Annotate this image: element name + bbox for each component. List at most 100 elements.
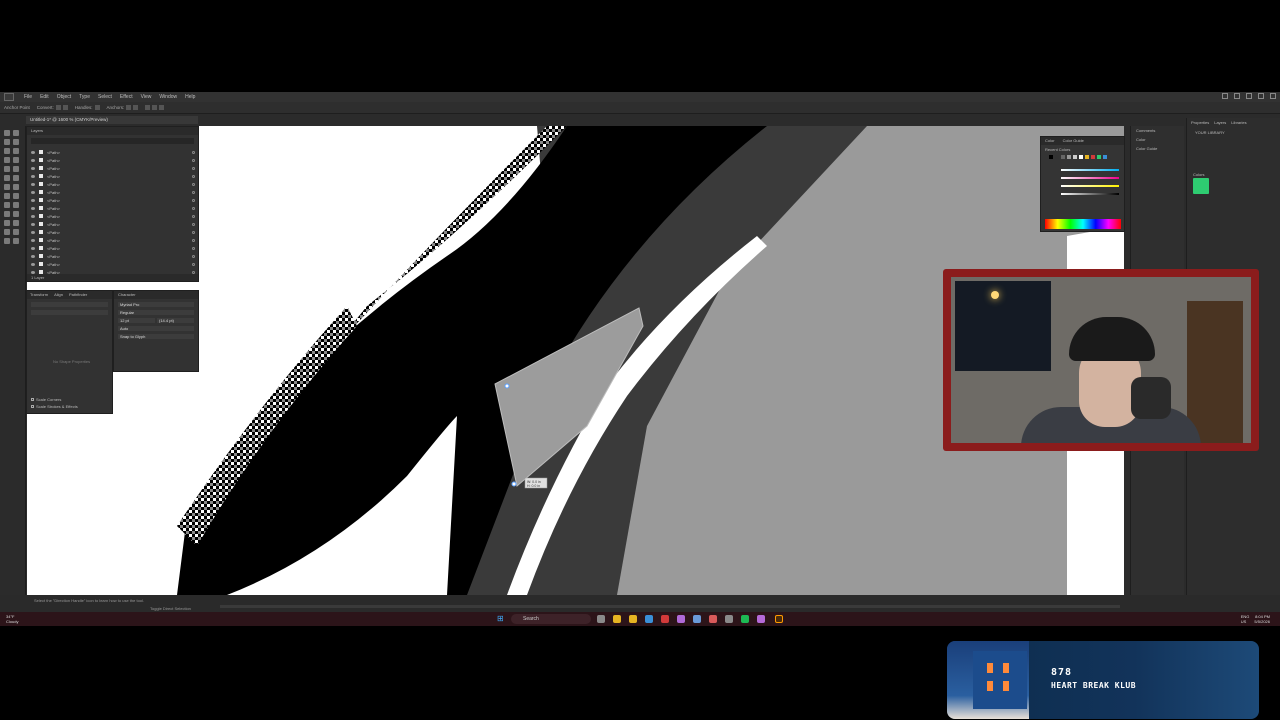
share-icon[interactable]: [1222, 93, 1228, 99]
menu-window[interactable]: Window: [155, 94, 181, 100]
rotate-tool-icon[interactable]: [4, 175, 10, 181]
align-center-icon[interactable]: [152, 105, 158, 110]
anchors-icon[interactable]: [126, 105, 132, 110]
perspective-tool-icon[interactable]: [13, 193, 19, 199]
app-icon[interactable]: [725, 615, 733, 623]
tab-color-guide[interactable]: Color Guide: [1063, 137, 1084, 145]
layer-row[interactable]: <Path>: [31, 157, 195, 163]
menu-select[interactable]: Select: [94, 94, 116, 100]
visibility-eye-icon[interactable]: [31, 198, 35, 202]
yellow-slider[interactable]: [1061, 185, 1119, 187]
color-spectrum[interactable]: [1045, 219, 1121, 229]
visibility-eye-icon[interactable]: [31, 190, 35, 194]
eyedropper-tool-icon[interactable]: [4, 211, 10, 217]
cyan-slider[interactable]: [1061, 169, 1119, 171]
tab-properties[interactable]: Properties: [1191, 120, 1209, 125]
scale-strokes-option[interactable]: Scale Strokes & Effects: [31, 404, 78, 409]
recent-color-swatch[interactable]: [1091, 155, 1095, 159]
pencil-tool-icon[interactable]: [4, 166, 10, 172]
align-left-icon[interactable]: [145, 105, 151, 110]
mesh-tool-icon[interactable]: [4, 202, 10, 208]
layer-row[interactable]: <Path>: [31, 253, 195, 259]
layers-search-input[interactable]: [31, 138, 194, 144]
snap-to-glyph[interactable]: Snap to Glyph: [118, 334, 194, 339]
recent-color-swatch[interactable]: [1067, 155, 1071, 159]
layer-row[interactable]: <Path>: [31, 221, 195, 227]
edge-icon[interactable]: [645, 615, 653, 623]
layer-row[interactable]: <Path>: [31, 197, 195, 203]
close-icon[interactable]: [1270, 93, 1276, 99]
minimize-icon[interactable]: [1246, 93, 1252, 99]
recent-color-swatch[interactable]: [1103, 155, 1107, 159]
control-convert[interactable]: Convert:: [37, 105, 68, 110]
layer-row[interactable]: <Path>: [31, 205, 195, 211]
menu-view[interactable]: View: [137, 94, 156, 100]
layer-row[interactable]: <Path>: [31, 181, 195, 187]
library-color-swatch[interactable]: [1193, 178, 1209, 194]
spotify-icon[interactable]: [741, 615, 749, 623]
target-icon[interactable]: [192, 262, 195, 266]
symbol-tool-icon[interactable]: [4, 220, 10, 226]
language-indicator[interactable]: ENG US: [1241, 614, 1250, 624]
align-controls[interactable]: [145, 105, 165, 110]
chrome-icon[interactable]: [709, 615, 717, 623]
target-icon[interactable]: [192, 190, 195, 194]
layer-row[interactable]: <Path>: [31, 261, 195, 267]
panel-color-guide[interactable]: Color Guide: [1131, 144, 1184, 153]
transform-x-field[interactable]: [31, 302, 108, 307]
app-icon[interactable]: [693, 615, 701, 623]
maximize-icon[interactable]: [1258, 93, 1264, 99]
target-icon[interactable]: [192, 214, 195, 218]
menu-file[interactable]: File: [20, 94, 36, 100]
align-right-icon[interactable]: [159, 105, 165, 110]
visibility-eye-icon[interactable]: [31, 182, 35, 186]
recent-color-swatch[interactable]: [1097, 155, 1101, 159]
document-tab[interactable]: Untitled-1* @ 1600 % (CMYK/Preview): [26, 116, 198, 124]
visibility-eye-icon[interactable]: [31, 230, 35, 234]
font-size-input[interactable]: 12 pt: [118, 318, 155, 323]
convert-icon[interactable]: [55, 105, 61, 110]
gradient-tool-icon[interactable]: [13, 202, 19, 208]
target-icon[interactable]: [192, 150, 195, 154]
tab-pathfinder[interactable]: Pathfinder: [69, 291, 87, 299]
control-handles[interactable]: Handles:: [75, 105, 100, 110]
library-title[interactable]: YOUR LIBRARY: [1195, 130, 1225, 135]
visibility-eye-icon[interactable]: [31, 254, 35, 258]
tab-color[interactable]: Color: [1045, 137, 1055, 145]
direct-selection-tool-icon[interactable]: [13, 130, 19, 136]
convert-smooth-icon[interactable]: [62, 105, 68, 110]
anchor-point[interactable]: [511, 481, 517, 487]
scale-corners-option[interactable]: Scale Corners: [31, 397, 61, 402]
menu-help[interactable]: Help: [181, 94, 199, 100]
warp-tool-icon[interactable]: [4, 184, 10, 190]
app-icon[interactable]: [677, 615, 685, 623]
folder-icon[interactable]: [629, 615, 637, 623]
target-icon[interactable]: [192, 158, 195, 162]
layer-row[interactable]: <Path>: [31, 165, 195, 171]
character-tab[interactable]: Character: [114, 291, 198, 299]
app-icon[interactable]: [661, 615, 669, 623]
cut-path-icon[interactable]: [133, 105, 139, 110]
recent-color-swatch[interactable]: [1079, 155, 1083, 159]
target-icon[interactable]: [192, 222, 195, 226]
clock[interactable]: 8:04 PM 5/5/2026: [1254, 614, 1270, 624]
visibility-eye-icon[interactable]: [31, 158, 35, 162]
illustrator-icon[interactable]: [775, 615, 783, 623]
checkbox-icon[interactable]: [31, 398, 34, 401]
transform-y-field[interactable]: [31, 310, 108, 315]
scale-tool-icon[interactable]: [13, 175, 19, 181]
task-view-icon[interactable]: [597, 615, 605, 623]
target-icon[interactable]: [192, 230, 195, 234]
artboard-tool-icon[interactable]: [4, 229, 10, 235]
target-icon[interactable]: [192, 174, 195, 178]
visibility-eye-icon[interactable]: [31, 174, 35, 178]
type-tool-icon[interactable]: [4, 148, 10, 154]
layer-row[interactable]: <Path>: [31, 237, 195, 243]
black-slider[interactable]: [1061, 193, 1119, 195]
layer-row[interactable]: <Path>: [31, 149, 195, 155]
horizontal-scrollbar[interactable]: [220, 605, 1120, 608]
visibility-eye-icon[interactable]: [31, 222, 35, 226]
panel-color[interactable]: Color: [1131, 135, 1184, 144]
visibility-eye-icon[interactable]: [31, 246, 35, 250]
blend-tool-icon[interactable]: [13, 211, 19, 217]
